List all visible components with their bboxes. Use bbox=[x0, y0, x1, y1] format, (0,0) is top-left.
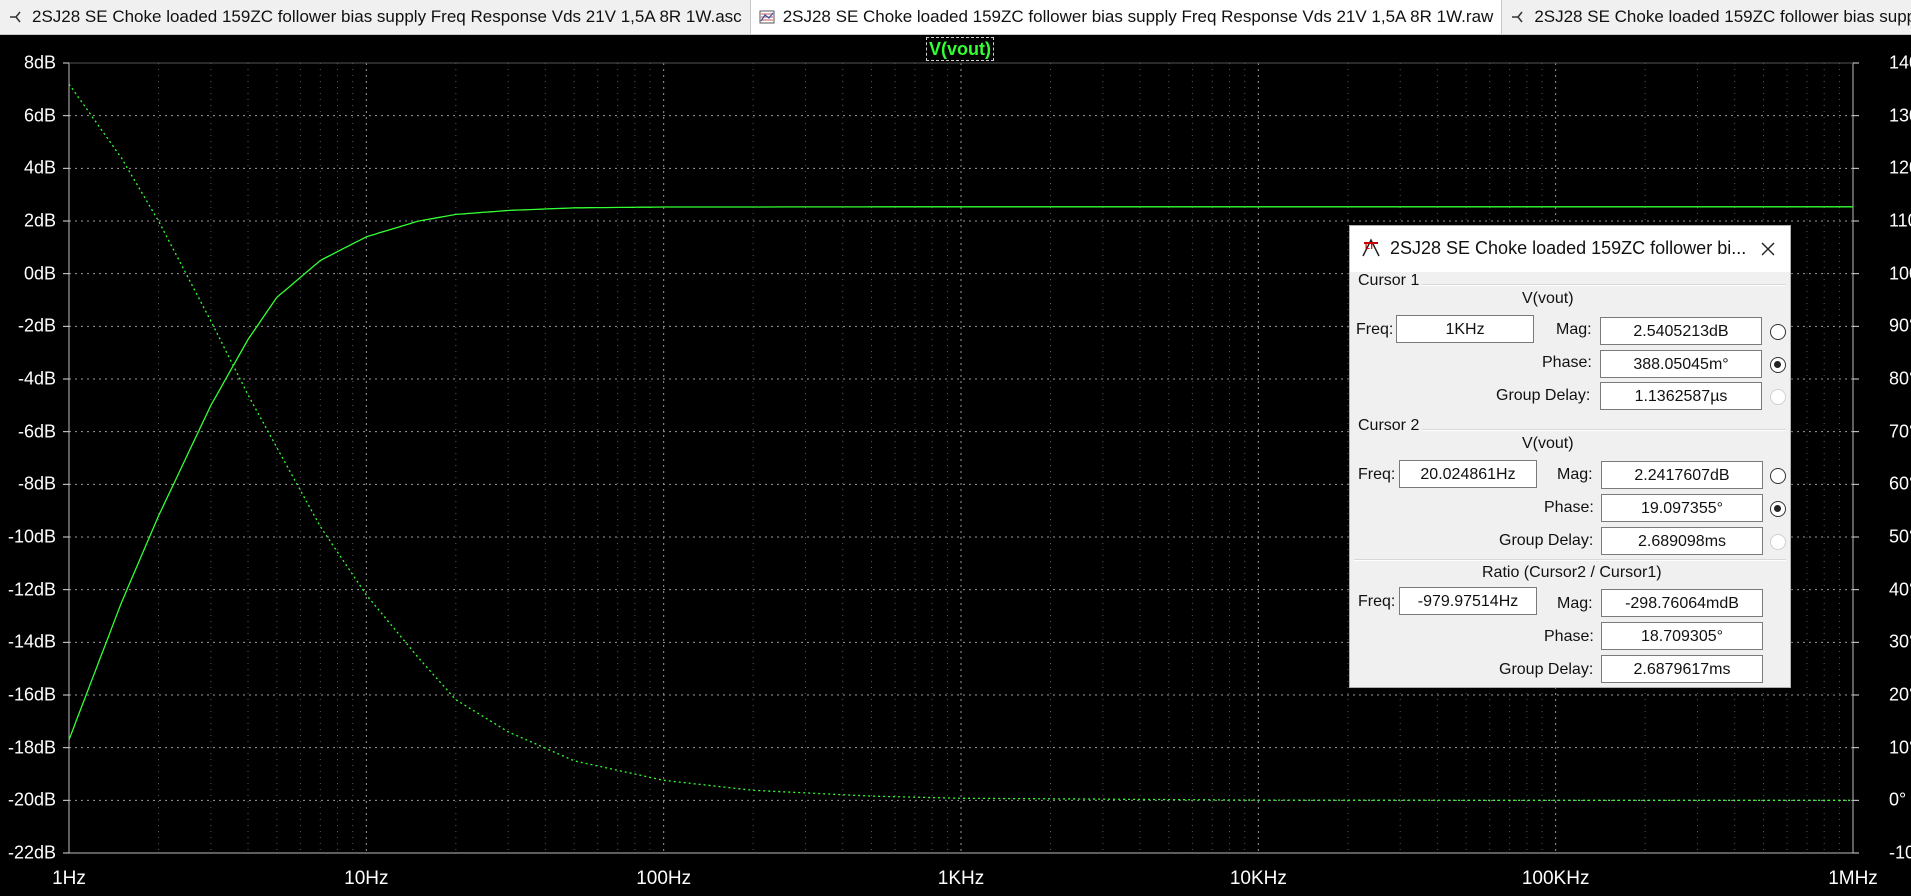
cursor1-freq-field[interactable]: 1KHz bbox=[1396, 315, 1534, 343]
y-left-tick-label: 4dB bbox=[23, 157, 56, 178]
trace-name-label[interactable]: V(vout) bbox=[926, 37, 994, 61]
ratio-phase-label: Phase: bbox=[1544, 628, 1594, 645]
x-tick-label: 10KHz bbox=[1229, 868, 1287, 889]
y-right-tick-label: 90° bbox=[1889, 315, 1911, 336]
y-left-tick-label: -18dB bbox=[7, 737, 56, 758]
y-left-tick-label: 6dB bbox=[23, 105, 56, 126]
cursor2-gd-field: 2.689098ms bbox=[1601, 527, 1763, 555]
cursor1-gd-field: 1.1362587µs bbox=[1600, 382, 1762, 410]
cursor2-gd-label: Group Delay: bbox=[1499, 532, 1594, 549]
cursor2-mag-radio[interactable] bbox=[1770, 468, 1786, 484]
ratio-gd-label: Group Delay: bbox=[1499, 661, 1594, 678]
cursor2-heading: Cursor 2 bbox=[1358, 417, 1420, 434]
x-tick-label: 1MHz bbox=[1828, 868, 1878, 889]
y-left-tick-label: -8dB bbox=[17, 473, 56, 494]
cursor2-phase-radio[interactable] bbox=[1770, 501, 1786, 517]
y-right-tick-label: -10° bbox=[1889, 842, 1911, 863]
ratio-mag-field: -298.76064mdB bbox=[1601, 589, 1763, 617]
ratio-phase-field: 18.709305° bbox=[1601, 622, 1763, 650]
cursor2-phase-label: Phase: bbox=[1544, 499, 1594, 516]
y-left-tick-label: -2dB bbox=[17, 315, 56, 336]
cursor1-mag-field: 2.5405213dB bbox=[1600, 317, 1762, 345]
y-right-tick-label: 80° bbox=[1889, 368, 1911, 389]
y-right-tick-label: 70° bbox=[1889, 421, 1911, 442]
cursor1-gd-label: Group Delay: bbox=[1496, 387, 1591, 404]
y-left-tick-label: -6dB bbox=[17, 421, 56, 442]
divider bbox=[1354, 559, 1786, 561]
y-right-tick-label: 100° bbox=[1889, 263, 1911, 284]
y-right-tick-label: 140° bbox=[1889, 52, 1911, 73]
cursor2-trace-name: V(vout) bbox=[1522, 435, 1574, 452]
ltspice-logo-icon: LT bbox=[1360, 237, 1382, 264]
y-right-tick-label: 0° bbox=[1889, 789, 1907, 810]
dialog-title: 2SJ28 SE Choke loaded 159ZC follower bi.… bbox=[1390, 238, 1747, 258]
y-left-tick-label: 8dB bbox=[23, 52, 56, 73]
ratio-freq-label: Freq: bbox=[1358, 593, 1396, 610]
y-right-tick-label: 110° bbox=[1889, 210, 1911, 231]
y-left-tick-label: -16dB bbox=[7, 684, 56, 705]
cursor1-heading: Cursor 1 bbox=[1358, 272, 1420, 289]
close-icon[interactable] bbox=[1758, 239, 1778, 259]
cursor1-mag-radio[interactable] bbox=[1770, 324, 1786, 340]
y-right-tick-label: 30° bbox=[1889, 631, 1911, 652]
x-tick-label: 10Hz bbox=[344, 868, 389, 889]
cursor2-gd-radio[interactable] bbox=[1770, 534, 1786, 550]
cursor2-freq-label: Freq: bbox=[1358, 466, 1396, 483]
cursor1-mag-label: Mag: bbox=[1556, 321, 1592, 338]
y-right-tick-label: 50° bbox=[1889, 526, 1911, 547]
cursor-readout-dialog: LT 2SJ28 SE Choke loaded 159ZC follower … bbox=[1349, 225, 1791, 688]
cursor1-trace-name: V(vout) bbox=[1522, 290, 1574, 307]
x-tick-label: 100KHz bbox=[1521, 868, 1590, 889]
cursor2-phase-field: 19.097355° bbox=[1601, 494, 1763, 522]
cursor1-freq-label: Freq: bbox=[1356, 321, 1394, 338]
y-right-tick-label: 60° bbox=[1889, 473, 1911, 494]
cursor1-phase-radio[interactable] bbox=[1770, 357, 1786, 373]
y-right-tick-label: 20° bbox=[1889, 684, 1911, 705]
divider bbox=[1422, 429, 1786, 431]
y-left-tick-label: -4dB bbox=[17, 368, 56, 389]
y-right-tick-label: 120° bbox=[1889, 157, 1911, 178]
cursor2-mag-field: 2.2417607dB bbox=[1601, 461, 1763, 489]
cursor1-phase-field: 388.05045m° bbox=[1600, 350, 1762, 378]
svg-text:LT: LT bbox=[1365, 242, 1374, 251]
cursor2-mag-label: Mag: bbox=[1557, 466, 1593, 483]
ratio-freq-field: -979.97514Hz bbox=[1399, 587, 1537, 615]
y-left-tick-label: -14dB bbox=[7, 631, 56, 652]
y-left-tick-label: -20dB bbox=[7, 789, 56, 810]
x-tick-label: 1KHz bbox=[937, 868, 985, 889]
cursor1-gd-radio[interactable] bbox=[1770, 389, 1786, 405]
ratio-mag-label: Mag: bbox=[1557, 595, 1593, 612]
y-right-tick-label: 40° bbox=[1889, 579, 1911, 600]
divider bbox=[1422, 284, 1786, 286]
y-left-tick-label: 0dB bbox=[23, 263, 56, 284]
y-left-tick-label: 2dB bbox=[23, 210, 56, 231]
ratio-heading: Ratio (Cursor2 / Cursor1) bbox=[1482, 564, 1662, 581]
y-left-tick-label: -10dB bbox=[7, 526, 56, 547]
dialog-title-bar: LT 2SJ28 SE Choke loaded 159ZC follower … bbox=[1350, 226, 1790, 272]
ratio-gd-field: 2.6879617ms bbox=[1601, 655, 1763, 683]
x-tick-label: 100Hz bbox=[636, 868, 692, 889]
y-left-tick-label: -22dB bbox=[7, 842, 56, 863]
y-left-tick-label: -12dB bbox=[7, 579, 56, 600]
cursor2-freq-field[interactable]: 20.024861Hz bbox=[1399, 460, 1537, 488]
cursor1-phase-label: Phase: bbox=[1542, 354, 1592, 371]
x-tick-label: 1Hz bbox=[52, 868, 86, 889]
y-right-tick-label: 10° bbox=[1889, 737, 1911, 758]
y-right-tick-label: 130° bbox=[1889, 105, 1911, 126]
